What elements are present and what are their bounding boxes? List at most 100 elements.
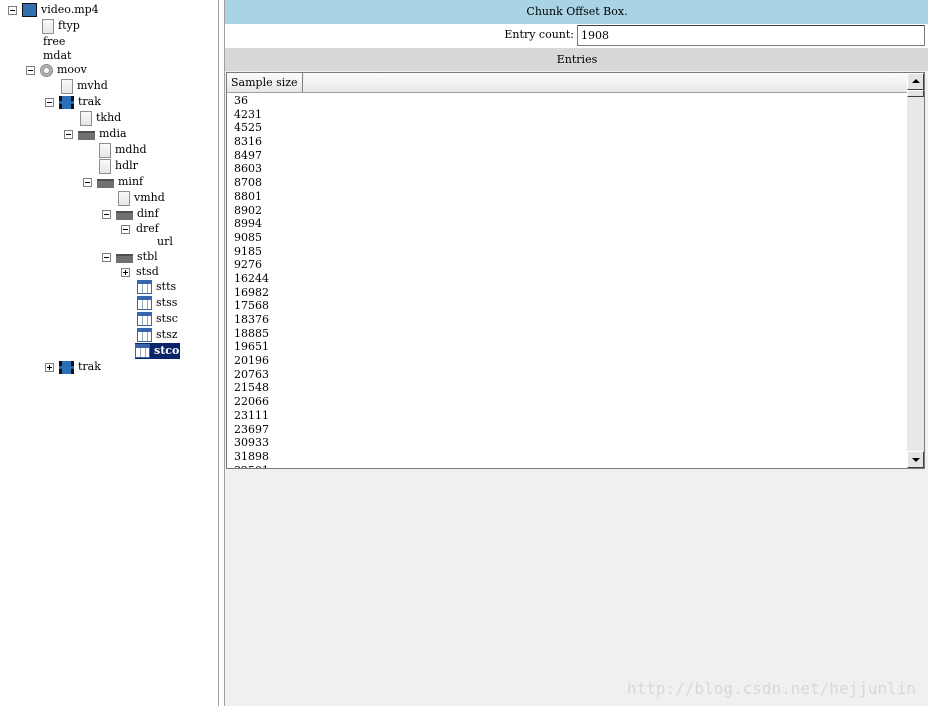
tree-node-stss[interactable]: stss (137, 295, 178, 311)
tree-node-label: mdhd (115, 143, 147, 156)
tree-node-hdlr[interactable]: hdlr (99, 158, 139, 174)
tree-node-label: tkhd (96, 111, 122, 124)
table-row[interactable]: 9185 (234, 245, 269, 259)
table-row[interactable]: 23697 (234, 423, 269, 437)
tree-node-ftyp[interactable]: ftyp (42, 18, 81, 34)
table-row[interactable]: 19651 (234, 340, 269, 354)
tree-node-label: stsd (136, 265, 159, 278)
collapse-icon[interactable] (8, 5, 17, 15)
table-row[interactable]: 4231 (234, 108, 269, 122)
tree-node-label: ftyp (58, 19, 80, 32)
table-header: Sample size (227, 73, 909, 93)
box-title: Chunk Offset Box. (225, 0, 928, 24)
box-tree-panel[interactable]: video.mp4 ftyp free mdat moov mvhd trak tkhd mdi… (0, 0, 219, 706)
tree-node-label: hdlr (115, 159, 138, 172)
tree-node-stsc[interactable]: stsc (137, 311, 179, 327)
collapse-icon[interactable] (83, 177, 92, 187)
entry-count-field[interactable] (577, 25, 925, 46)
tree-node-stts[interactable]: stts (137, 279, 177, 295)
folder-icon (116, 210, 133, 220)
collapse-icon[interactable] (102, 209, 111, 219)
table-row[interactable]: 8316 (234, 135, 269, 149)
tree-node-label: stsz (156, 328, 178, 341)
tree-node-trak[interactable]: trak (45, 94, 102, 110)
document-icon (99, 158, 111, 174)
table-row[interactable]: 8994 (234, 217, 269, 231)
tree-node-moov[interactable]: moov (26, 62, 88, 78)
table-row[interactable]: 9276 (234, 258, 269, 272)
document-icon (42, 18, 54, 34)
tree-node-minf[interactable]: minf (83, 174, 144, 190)
document-icon (61, 78, 73, 94)
tree-node-trak[interactable]: trak (45, 359, 102, 375)
tree-node-stco[interactable]: stco (135, 343, 181, 359)
table-row[interactable]: 16244 (234, 272, 269, 286)
table-row[interactable]: 16982 (234, 286, 269, 300)
table-row[interactable]: 36 (234, 94, 269, 108)
arrow-down-icon (912, 458, 920, 462)
collapse-icon[interactable] (102, 252, 111, 262)
entries-header: Entries (225, 48, 928, 71)
table-icon (135, 344, 150, 358)
table-icon (137, 296, 152, 310)
table-icon (137, 312, 152, 326)
scroll-thumb[interactable] (907, 90, 924, 97)
scroll-up-button[interactable] (907, 73, 924, 90)
tree-node-mdhd[interactable]: mdhd (99, 142, 148, 158)
tree-node-tkhd[interactable]: tkhd (80, 110, 122, 126)
table-row[interactable]: 8801 (234, 190, 269, 204)
collapse-icon[interactable] (26, 65, 35, 75)
table-row[interactable]: 8603 (234, 162, 269, 176)
table-row[interactable]: 17568 (234, 299, 269, 313)
expand-icon[interactable] (45, 362, 54, 372)
table-rows: 36 4231 4525 8316 8497 8603 8708 8801 8902 8994 90… (234, 94, 269, 468)
tree-node-label: dinf (137, 207, 159, 220)
table-icon (137, 328, 152, 342)
table-row[interactable]: 30933 (234, 436, 269, 450)
table-row[interactable]: 9085 (234, 231, 269, 245)
table-row[interactable]: 20763 (234, 368, 269, 382)
tree-node-dref[interactable]: dref (121, 221, 160, 237)
tree-node-url[interactable]: url (156, 234, 174, 250)
collapse-icon[interactable] (64, 129, 73, 139)
table-row[interactable]: 20196 (234, 354, 269, 368)
arrow-up-icon (912, 79, 920, 83)
tree-node-label: stss (156, 296, 178, 309)
table-row[interactable]: 8497 (234, 149, 269, 163)
tree-node-mvhd[interactable]: mvhd (61, 78, 109, 94)
collapse-icon[interactable] (121, 224, 130, 234)
tree-node-dinf[interactable]: dinf (102, 206, 160, 222)
collapse-icon[interactable] (45, 97, 54, 107)
folder-icon (78, 130, 95, 140)
table-row[interactable]: 21548 (234, 381, 269, 395)
tree-node-vmhd[interactable]: vmhd (118, 190, 166, 206)
tree-node-video.mp4[interactable]: video.mp4 (8, 2, 100, 18)
tree-node-mdia[interactable]: mdia (64, 126, 128, 142)
vertical-scrollbar[interactable] (907, 73, 924, 468)
tree-node-label: trak (78, 360, 101, 373)
tree-node-label: video.mp4 (41, 3, 99, 16)
scroll-down-button[interactable] (907, 451, 924, 468)
column-header-sample-size[interactable]: Sample size (227, 73, 303, 92)
gear-icon (40, 63, 53, 77)
tree-node-label: mdia (99, 127, 127, 140)
tree-node-label: stts (156, 280, 177, 293)
expand-icon[interactable] (121, 267, 130, 277)
table-row[interactable]: 8708 (234, 176, 269, 190)
tree-node-stsz[interactable]: stsz (137, 327, 179, 343)
table-row[interactable]: 22066 (234, 395, 269, 409)
table-row[interactable]: 8902 (234, 204, 269, 218)
document-icon (118, 190, 130, 206)
table-row[interactable]: 32501 (234, 464, 269, 468)
table-icon (137, 280, 152, 294)
table-row[interactable]: 4525 (234, 121, 269, 135)
table-row[interactable]: 23111 (234, 409, 269, 423)
tree-node-stsd[interactable]: stsd (121, 264, 160, 280)
document-icon (80, 110, 92, 126)
table-row[interactable]: 18885 (234, 327, 269, 341)
tree-node-stbl[interactable]: stbl (102, 249, 159, 265)
table-row[interactable]: 18376 (234, 313, 269, 327)
table-row[interactable]: 31898 (234, 450, 269, 464)
entries-table[interactable]: Sample size 36 4231 4525 8316 8497 8603 8708 88… (226, 72, 925, 469)
tree-node-label: stco (153, 344, 181, 358)
